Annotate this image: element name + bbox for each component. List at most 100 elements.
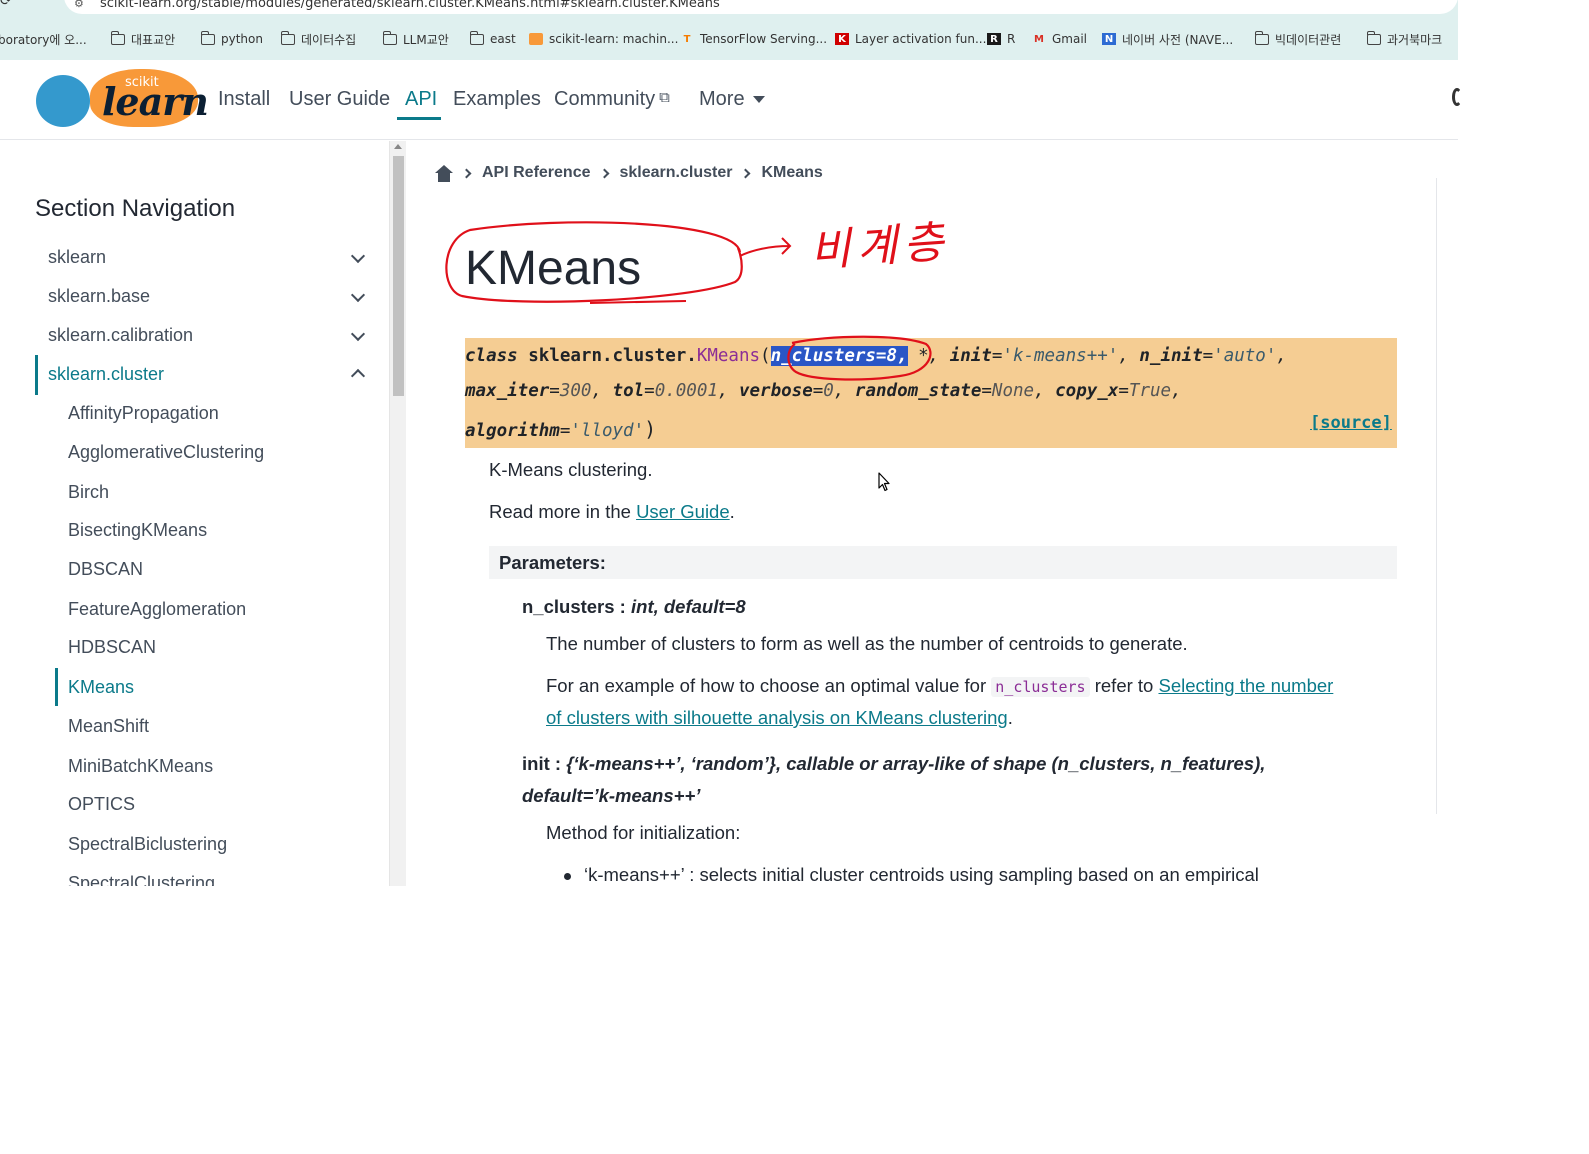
external-link-icon: ⧉ (659, 89, 670, 106)
sidebar-subitem[interactable]: SpectralBiclustering (68, 834, 227, 855)
bookmark-item[interactable]: python (200, 28, 263, 50)
gmail-icon: M (1034, 33, 1044, 45)
sidebar-scrollbar[interactable] (389, 141, 406, 886)
parameters-label: Parameters: (499, 552, 606, 573)
sidebar-subitem[interactable]: AgglomerativeClustering (68, 442, 264, 463)
home-icon[interactable] (435, 164, 453, 182)
sidebar-subitem[interactable]: OPTICS (68, 794, 135, 815)
silhouette-example-link[interactable]: Selecting the number (1158, 675, 1333, 696)
param-random-state-value: None (991, 381, 1035, 401)
bookmark-item[interactable]: M Gmail (1032, 28, 1087, 50)
site-info-icon[interactable]: ⚙ (74, 0, 84, 10)
address-bar-row: ⟳ ⚙ scikit-learn.org/stable/modules/gene… (0, 0, 1458, 16)
param-name: init (522, 753, 550, 774)
scikit-icon (529, 33, 543, 45)
sidebar-item-sklearn[interactable]: sklearn (48, 247, 106, 268)
bookmark-label: boratory에 오... (0, 32, 87, 47)
param-init-heading-line2: default=’k-means++’ (522, 785, 700, 807)
bookmark-item[interactable]: scikit-learn: machin... (529, 28, 678, 50)
bookmark-item[interactable]: east (469, 28, 516, 50)
read-more-text: Read more in the User Guide. (489, 501, 735, 523)
naver-dict-icon: N (1102, 33, 1116, 45)
param-n-clusters-example-line2: of clusters with silhouette analysis on … (546, 707, 1013, 729)
sidebar-subitem[interactable]: MiniBatchKMeans (68, 756, 213, 777)
sidebar-subitem[interactable]: DBSCAN (68, 559, 143, 580)
signature-close-paren: ) (644, 417, 657, 441)
example-mid: refer to (1089, 675, 1159, 696)
bookmark-label: python (221, 32, 263, 46)
chevron-down-icon[interactable] (350, 287, 366, 303)
param-random-state: random_state (854, 381, 982, 401)
breadcrumb-api-reference[interactable]: API Reference (482, 164, 591, 182)
param-init: init (949, 346, 992, 366)
scroll-up-arrow-icon[interactable] (394, 144, 402, 149)
bookmark-item[interactable]: 빅데이터관련 (1254, 28, 1341, 50)
breadcrumb-kmeans: KMeans (761, 164, 823, 181)
sidebar-subitem[interactable]: Birch (68, 482, 109, 503)
class-summary: K-Means clustering. (489, 459, 653, 480)
bookmark-item[interactable]: K Layer activation fun... (835, 28, 986, 50)
param-copy-x-value: True (1128, 381, 1172, 401)
sidebar-subitem[interactable]: AffinityPropagation (68, 403, 219, 424)
reload-icon[interactable]: ⟳ (0, 0, 12, 9)
sidebar-subitem[interactable]: BisectingKMeans (68, 520, 207, 541)
breadcrumb-sklearn-cluster[interactable]: sklearn.cluster (620, 164, 733, 182)
sidebar-subitem[interactable]: SpectralClustering (68, 873, 215, 886)
sidebar-subitem-kmeans[interactable]: KMeans (68, 677, 134, 698)
bullet-text: ‘k-means++’ : selects initial cluster ce… (584, 864, 1259, 885)
search-icon[interactable] (1452, 88, 1462, 106)
param-algorithm-value: 'lloyd' (570, 421, 645, 441)
inline-code: n_clusters (991, 677, 1090, 697)
nav-more-dropdown[interactable]: More (699, 88, 765, 111)
sidebar-item-sklearn-base[interactable]: sklearn.base (48, 286, 150, 307)
sidebar-subitem[interactable]: FeatureAgglomeration (68, 599, 246, 620)
folder-icon (110, 30, 125, 45)
scikit-learn-logo[interactable]: scikit learn (36, 69, 209, 129)
chevron-up-icon[interactable] (350, 368, 366, 384)
param-name: n_clusters (522, 596, 615, 617)
sidebar-item-sklearn-cluster[interactable]: sklearn.cluster (48, 364, 164, 385)
page-title: KMeans (465, 242, 642, 295)
bookmark-item[interactable]: 데이터수집 (280, 28, 356, 50)
keras-icon: K (835, 33, 849, 45)
user-guide-link[interactable]: User Guide (636, 501, 730, 522)
scrollbar-thumb[interactable] (393, 156, 404, 396)
nav-community-label: Community (554, 88, 656, 110)
class-signature: class sklearn.cluster.KMeans(n_clusters=… (465, 338, 1397, 448)
nav-examples[interactable]: Examples (453, 88, 541, 111)
param-verbose-value: 0 (823, 381, 834, 401)
chevron-down-icon[interactable] (350, 248, 366, 264)
bookmark-label: Layer activation fun... (855, 32, 987, 46)
sidebar-item-sklearn-calibration[interactable]: sklearn.calibration (48, 325, 193, 346)
bookmark-item[interactable]: N 네이버 사전 (NAVE... (1102, 28, 1233, 50)
active-subitem-indicator (55, 668, 58, 706)
signature-line-1: class sklearn.cluster.KMeans(n_clusters=… (465, 346, 1287, 366)
bookmark-item[interactable]: boratory에 오... (0, 28, 87, 50)
section-navigation-sidebar: Section Navigation sklearn sklearn.base … (0, 141, 389, 886)
active-module-indicator (35, 355, 38, 395)
sidebar-subitem[interactable]: MeanShift (68, 716, 149, 737)
bookmarks-bar: boratory에 오... 대표교안 python 데이터수집 LLM교안 e… (0, 28, 1458, 50)
bookmark-item[interactable]: RR (987, 28, 1015, 50)
bookmark-item[interactable]: 과거북마크 (1366, 28, 1442, 50)
site-header: scikit learn Install User Guide API Exam… (0, 60, 1462, 140)
sidebar-subitem[interactable]: HDBSCAN (68, 637, 156, 658)
nav-user-guide[interactable]: User Guide (289, 88, 390, 111)
nav-api[interactable]: API (405, 88, 437, 111)
param-verbose: verbose (738, 381, 813, 401)
bookmark-item[interactable]: LLM교안 (382, 28, 449, 50)
silhouette-example-link-cont[interactable]: of clusters with silhouette analysis on … (546, 707, 1008, 728)
bookmark-item[interactable]: T TensorFlow Serving... (680, 28, 827, 50)
bookmark-item[interactable]: 대표교안 (110, 28, 175, 50)
chevron-down-icon[interactable] (350, 326, 366, 342)
param-algorithm: algorithm (465, 421, 560, 441)
source-link[interactable]: [source] (1310, 413, 1392, 433)
param-copy-x: copy_x (1055, 381, 1119, 401)
signature-highlighted-param: n_clusters=8, (770, 346, 908, 366)
nav-install[interactable]: Install (218, 88, 270, 111)
signature-star: *, (907, 346, 950, 366)
nav-community[interactable]: Community ⧉ (554, 88, 670, 111)
url-text[interactable]: scikit-learn.org/stable/modules/generate… (100, 0, 720, 11)
signature-line-3: algorithm='lloyd') (465, 417, 657, 441)
param-sep: : (549, 753, 567, 774)
